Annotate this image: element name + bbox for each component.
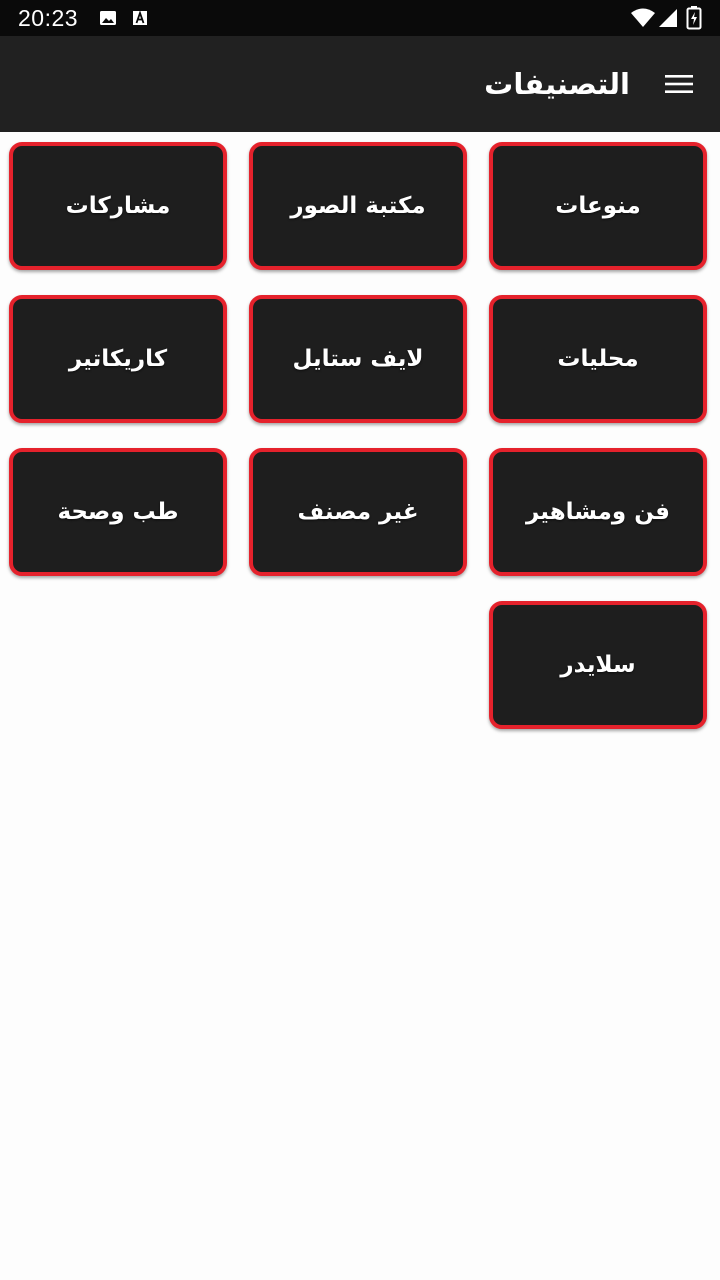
status-bar: 20:23 bbox=[0, 0, 720, 36]
category-label: غير مصنف bbox=[297, 499, 419, 525]
signal-icon bbox=[658, 8, 678, 28]
category-label: سلايدر bbox=[560, 652, 636, 678]
category-tile[interactable]: مكتبة الصور bbox=[249, 142, 467, 270]
status-time: 20:23 bbox=[18, 5, 79, 31]
category-tile[interactable]: منوعات bbox=[489, 142, 707, 270]
category-tile[interactable]: كاريكاتير bbox=[9, 295, 227, 423]
category-label: مكتبة الصور bbox=[290, 193, 426, 219]
category-tile[interactable]: غير مصنف bbox=[249, 448, 467, 576]
category-label: محليات bbox=[557, 346, 639, 372]
category-label: كاريكاتير bbox=[68, 346, 168, 372]
category-tile[interactable]: محليات bbox=[489, 295, 707, 423]
category-tile[interactable]: سلايدر bbox=[489, 601, 707, 729]
text-a-icon bbox=[130, 8, 150, 28]
page-title: التصنيفات bbox=[484, 67, 630, 101]
category-tile[interactable]: فن ومشاهير bbox=[489, 448, 707, 576]
category-label: طب وصحة bbox=[57, 499, 179, 525]
hamburger-menu-icon bbox=[665, 75, 693, 93]
menu-button[interactable] bbox=[664, 72, 694, 96]
category-tile[interactable]: طب وصحة bbox=[9, 448, 227, 576]
wifi-icon bbox=[630, 8, 656, 28]
battery-charging-icon bbox=[686, 6, 702, 30]
category-label: مشاركات bbox=[65, 193, 171, 219]
category-tile[interactable]: لايف ستايل bbox=[249, 295, 467, 423]
category-label: منوعات bbox=[555, 193, 641, 219]
category-label: لايف ستايل bbox=[292, 346, 424, 372]
category-tile[interactable]: مشاركات bbox=[9, 142, 227, 270]
image-icon bbox=[98, 8, 118, 28]
category-label: فن ومشاهير bbox=[526, 499, 670, 525]
app-bar: التصنيفات bbox=[0, 36, 720, 132]
